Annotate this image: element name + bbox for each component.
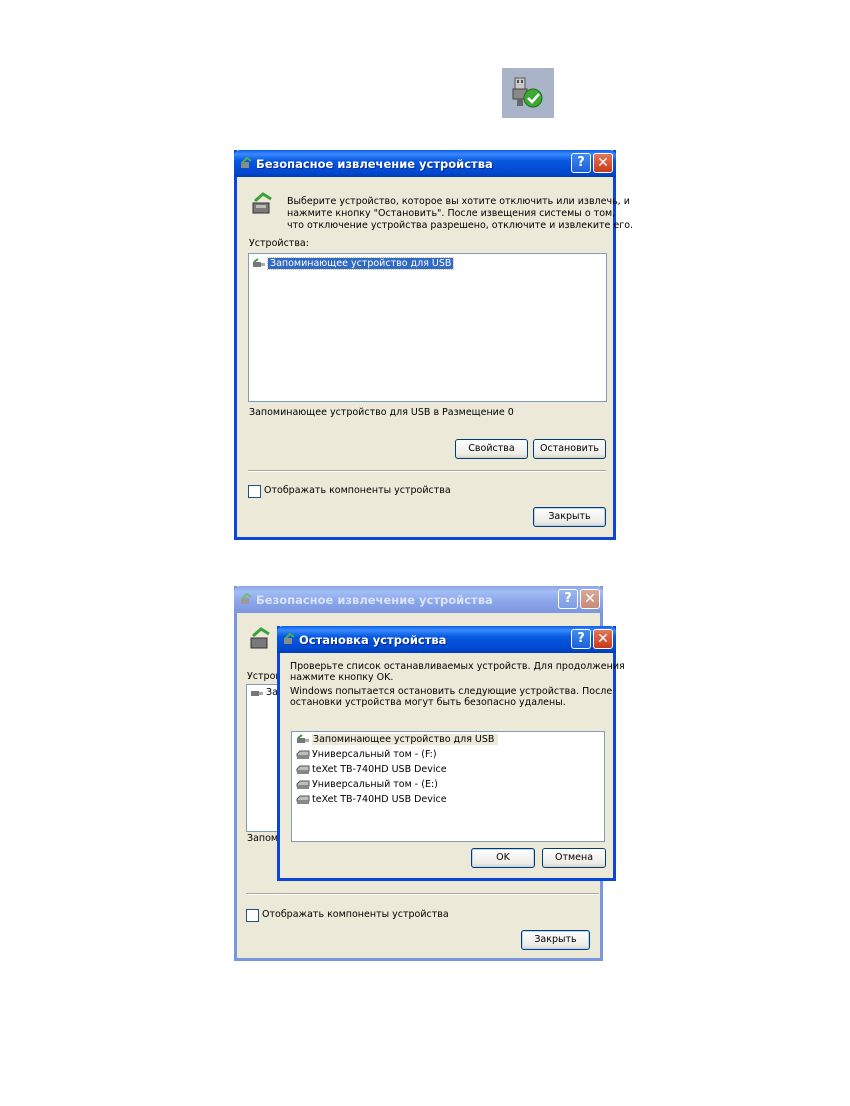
safely-remove-icon bbox=[241, 592, 252, 604]
instruction-line-1: Проверьте список останавливаемых устройс… bbox=[290, 661, 625, 672]
help-button[interactable]: ? bbox=[558, 589, 578, 609]
instruction-line-3: что отключение устройства разрешено, отк… bbox=[287, 220, 634, 231]
usb-device-icon bbox=[251, 690, 263, 696]
drive-icon bbox=[296, 780, 310, 789]
list-item[interactable]: Универсальный том - (F:) bbox=[296, 748, 437, 762]
cancel-button[interactable]: Отмена bbox=[542, 848, 606, 868]
device-label: Универсальный том - (E:) bbox=[312, 779, 438, 790]
drive-icon bbox=[296, 795, 310, 804]
separator bbox=[246, 893, 599, 895]
title-bar[interactable]: Остановка устройства ? ✕ bbox=[277, 626, 616, 653]
devices-list[interactable]: Запоминающее устройство для USB bbox=[248, 253, 607, 402]
dialog-title: Остановка устройства bbox=[299, 633, 447, 647]
stop-button[interactable]: Остановить bbox=[533, 439, 606, 459]
show-components-checkbox[interactable] bbox=[246, 909, 259, 922]
list-item[interactable]: Запоминающее устройство для USB bbox=[252, 257, 455, 271]
list-item[interactable]: Запоминающее устройство для USB bbox=[296, 733, 499, 747]
hardware-eject-icon bbox=[252, 192, 272, 214]
list-item[interactable]: teXet TB-740HD USB Device bbox=[296, 763, 447, 777]
device-label: Запоминающее устройство для USB bbox=[266, 257, 455, 270]
dialog-title: Безопасное извлечение устройства bbox=[256, 593, 493, 607]
usb-device-icon bbox=[253, 257, 265, 267]
usb-device-icon bbox=[297, 733, 309, 743]
show-components-label[interactable]: Отображать компоненты устройства bbox=[262, 909, 449, 921]
device-label: teXet TB-740HD USB Device bbox=[312, 794, 447, 805]
list-item[interactable]: За bbox=[250, 686, 278, 700]
stop-devices-list[interactable]: Запоминающее устройство для USB Универса… bbox=[291, 731, 605, 842]
safely-remove-icon bbox=[241, 156, 252, 168]
hardware-eject-icon bbox=[250, 627, 270, 649]
usb-plug-check-icon bbox=[512, 77, 543, 108]
safely-remove-icon bbox=[284, 632, 295, 644]
show-components-label[interactable]: Отображать компоненты устройства bbox=[264, 485, 451, 497]
safely-remove-tray-icon[interactable] bbox=[502, 68, 554, 118]
stop-device-dialog: Остановка устройства ? ✕ Проверьте списо… bbox=[277, 626, 625, 881]
device-status: Запоминающее устройство для USB в Размещ… bbox=[249, 407, 514, 418]
list-item[interactable]: Универсальный том - (E:) bbox=[296, 778, 438, 792]
device-label: Запоминающее устройство для USB bbox=[312, 734, 499, 745]
instruction-line-4: остановки устройства могут быть безопасн… bbox=[290, 697, 566, 708]
show-components-checkbox[interactable] bbox=[248, 485, 261, 498]
help-button[interactable]: ? bbox=[571, 153, 591, 173]
close-button[interactable]: Закрыть bbox=[521, 930, 590, 950]
drive-icon bbox=[296, 765, 310, 774]
help-button[interactable]: ? bbox=[571, 629, 591, 649]
separator bbox=[248, 470, 606, 472]
title-bar[interactable]: Безопасное извлечение устройства ? ✕ bbox=[234, 586, 603, 613]
properties-button[interactable]: Свойства bbox=[455, 439, 528, 459]
ok-button[interactable]: OK bbox=[471, 848, 535, 868]
drive-icon bbox=[296, 750, 310, 759]
safely-remove-dialog: Безопасное извлечение устройства ? ✕ Выб… bbox=[234, 150, 633, 540]
devices-label: Устройства: bbox=[249, 238, 309, 249]
close-button[interactable]: Закрыть bbox=[533, 507, 606, 527]
close-window-button[interactable]: ✕ bbox=[580, 589, 600, 609]
instruction-line-2: нажмите кнопку OK. bbox=[290, 672, 394, 683]
instruction-line-2: нажмите кнопку "Остановить". После извещ… bbox=[287, 208, 616, 219]
close-window-button[interactable]: ✕ bbox=[593, 153, 613, 173]
list-item[interactable]: teXet TB-740HD USB Device bbox=[296, 793, 447, 807]
title-bar[interactable]: Безопасное извлечение устройства ? ✕ bbox=[234, 150, 616, 177]
instruction-line-1: Выберите устройство, которое вы хотите о… bbox=[287, 196, 630, 207]
instruction-line-3: Windows попытается остановить следующие … bbox=[290, 686, 613, 697]
dialog-title: Безопасное извлечение устройства bbox=[256, 157, 493, 171]
device-label: Универсальный том - (F:) bbox=[312, 749, 437, 760]
close-window-button[interactable]: ✕ bbox=[593, 629, 613, 649]
device-label: teXet TB-740HD USB Device bbox=[312, 764, 447, 775]
